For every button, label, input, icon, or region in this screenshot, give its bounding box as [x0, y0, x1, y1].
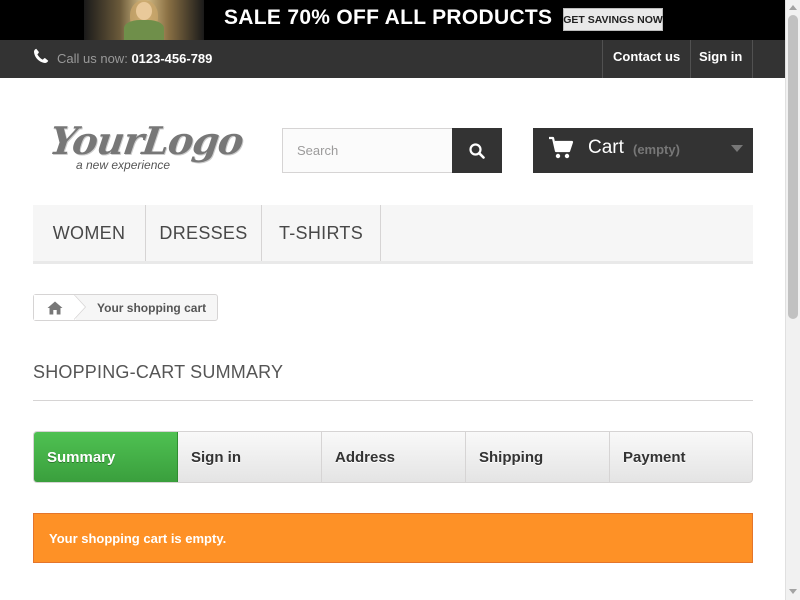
step-sign-in[interactable]: Sign in	[178, 432, 322, 482]
nav-divider	[602, 40, 603, 78]
shopping-cart-icon	[549, 136, 574, 159]
banner-headline: SALE 70% OFF ALL PRODUCTS	[224, 6, 553, 29]
step-summary[interactable]: Summary	[34, 432, 178, 482]
breadcrumb-current: Your shopping cart	[97, 301, 207, 315]
logo-tagline: a new experience	[76, 158, 171, 172]
breadcrumb-home-link[interactable]	[34, 295, 76, 320]
cart-dropdown[interactable]: Cart (empty)	[533, 128, 753, 173]
step-shipping[interactable]: Shipping	[466, 432, 610, 482]
call-us-label: Call us now:	[57, 51, 128, 66]
scrollbar-thumb[interactable]	[788, 15, 798, 319]
scroll-up-arrow-icon[interactable]	[789, 5, 797, 10]
caret-down-icon	[731, 145, 743, 152]
page: SALE 70% OFF ALL PRODUCTS GET SAVINGS NO…	[0, 0, 800, 600]
heading-divider	[33, 400, 753, 401]
step-address[interactable]: Address	[322, 432, 466, 482]
get-savings-button[interactable]: GET SAVINGS NOW	[563, 8, 663, 31]
call-us-text: Call us now: 0123-456-789	[57, 51, 212, 66]
breadcrumb: Your shopping cart	[33, 294, 218, 321]
checkout-steps: Summary Sign in Address Shipping Payment	[33, 431, 753, 483]
nav-divider	[690, 40, 691, 78]
step-payment[interactable]: Payment	[610, 432, 752, 482]
page-scrollbar[interactable]	[785, 0, 800, 600]
breadcrumb-separator-inner	[74, 295, 85, 319]
search-input[interactable]	[282, 128, 453, 173]
contact-us-link[interactable]: Contact us	[613, 49, 680, 64]
banner-model-image	[84, 0, 204, 40]
phone-number: 0123-456-789	[131, 51, 213, 66]
menu-item-t-shirts[interactable]: T-SHIRTS	[262, 205, 381, 261]
site-logo[interactable]: YourLogo a new experience	[47, 118, 246, 178]
empty-cart-alert: Your shopping cart is empty.	[33, 513, 753, 563]
home-icon	[47, 301, 63, 314]
main-menu: WOMEN DRESSES T-SHIRTS	[33, 205, 753, 264]
cart-label: Cart	[588, 137, 624, 158]
sign-in-link[interactable]: Sign in	[699, 49, 742, 64]
logo-text: YourLogo	[46, 118, 246, 163]
search-button[interactable]	[452, 128, 502, 173]
cart-status: (empty)	[633, 142, 680, 157]
phone-icon	[34, 48, 49, 63]
page-title: SHOPPING-CART SUMMARY	[33, 362, 284, 382]
promo-banner[interactable]: SALE 70% OFF ALL PRODUCTS GET SAVINGS NO…	[0, 0, 785, 40]
menu-item-women[interactable]: WOMEN	[33, 205, 146, 261]
menu-item-dresses[interactable]: DRESSES	[146, 205, 262, 261]
nav-divider	[752, 40, 753, 78]
search-icon	[469, 142, 485, 159]
scroll-down-arrow-icon[interactable]	[789, 589, 797, 594]
